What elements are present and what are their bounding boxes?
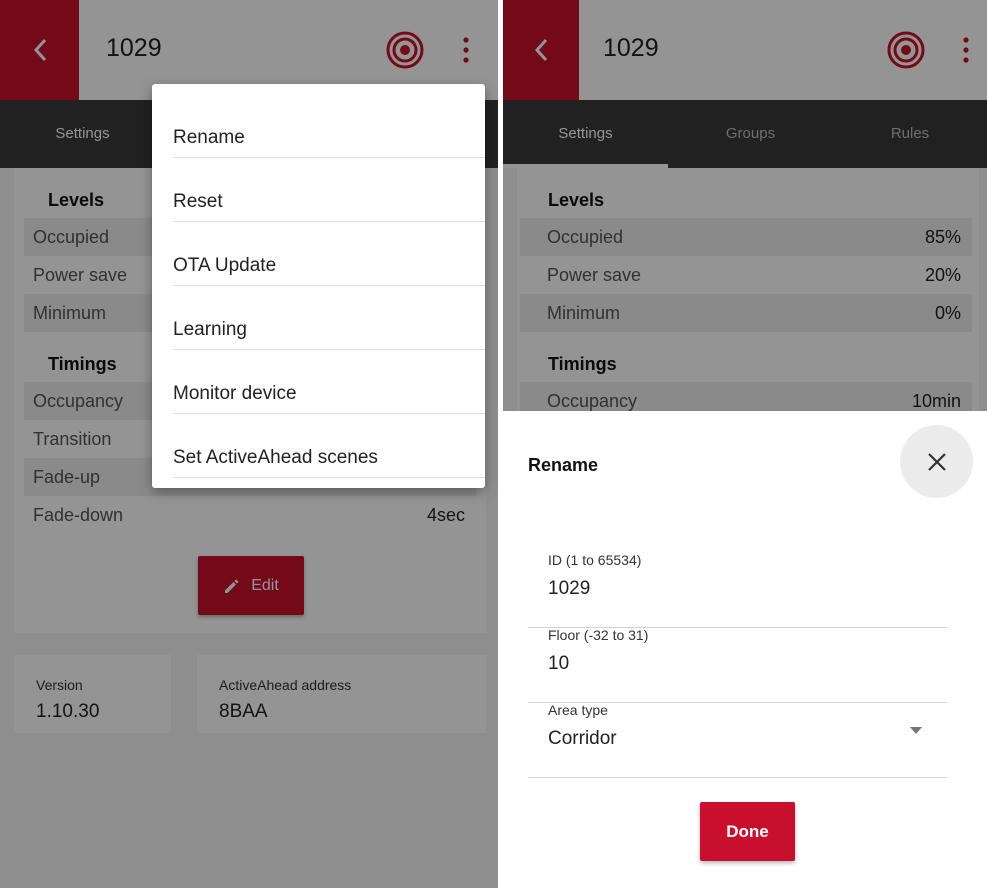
done-button[interactable]: Done xyxy=(700,802,795,861)
field-value[interactable]: Corridor xyxy=(548,728,617,750)
dialog-title: Rename xyxy=(528,455,599,475)
divider xyxy=(173,477,485,478)
field-label: ID (1 to 65534) xyxy=(548,552,642,568)
dropdown-arrow-icon[interactable] xyxy=(910,727,922,735)
field-label: Floor (-32 to 31) xyxy=(548,627,649,643)
device-settings-screen-with-rename-dialog: 1029 Settings Groups Rules Levels Occupi… xyxy=(503,0,987,888)
menu-item-label: Learning xyxy=(173,319,247,340)
menu-item-learning[interactable]: Learning xyxy=(152,286,485,350)
menu-item-rename[interactable]: Rename xyxy=(152,94,485,158)
menu-item-monitor-device[interactable]: Monitor device xyxy=(152,350,485,414)
menu-item-label: Reset xyxy=(173,191,223,212)
id-field[interactable]: ID (1 to 65534) 1029 xyxy=(528,552,947,628)
field-value[interactable]: 10 xyxy=(548,653,569,675)
menu-item-set-activeahead-scenes[interactable]: Set ActiveAhead scenes xyxy=(152,414,485,478)
field-value[interactable]: 1029 xyxy=(548,578,590,600)
menu-item-ota-update[interactable]: OTA Update xyxy=(152,222,485,286)
close-icon xyxy=(927,452,946,471)
menu-item-label: OTA Update xyxy=(173,255,277,276)
overflow-menu: Rename Reset OTA Update Learning Monitor… xyxy=(152,84,485,488)
menu-item-label: Rename xyxy=(173,127,245,148)
device-settings-screen-with-menu: 1029 Settings Levels Occupied Power save… xyxy=(0,0,498,888)
floor-field[interactable]: Floor (-32 to 31) 10 xyxy=(528,627,947,703)
area-type-select[interactable]: Area type Corridor xyxy=(528,702,947,778)
menu-item-reset[interactable]: Reset xyxy=(152,158,485,222)
close-button[interactable] xyxy=(900,425,973,498)
menu-item-label: Set ActiveAhead scenes xyxy=(173,447,378,468)
menu-item-label: Monitor device xyxy=(173,383,297,404)
rename-dialog: Rename ID (1 to 65534) 1029 Floor (-32 t… xyxy=(503,411,987,888)
field-label: Area type xyxy=(548,702,608,718)
